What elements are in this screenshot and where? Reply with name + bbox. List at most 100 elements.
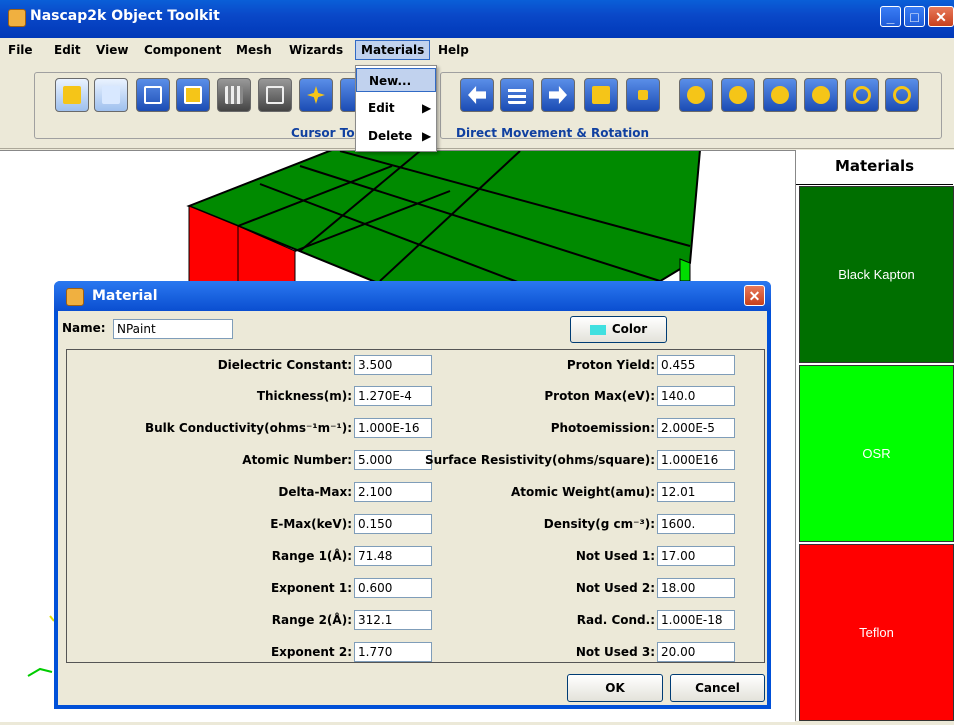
field-label: Range 1(Å):	[271, 549, 352, 563]
yellow-cube-icon[interactable]	[55, 78, 89, 112]
rotate-down-icon[interactable]	[804, 78, 838, 112]
delta-max-field[interactable]	[354, 482, 432, 502]
proton-yield-field[interactable]	[657, 355, 735, 375]
field-label: Surface Resistivity(ohms/square):	[425, 453, 655, 467]
density-field[interactable]	[657, 514, 735, 534]
not-used-2-field[interactable]	[657, 578, 735, 598]
color-button-label: Color	[611, 322, 648, 336]
java-app-icon	[66, 288, 84, 306]
mesh-cube-icon[interactable]	[217, 78, 251, 112]
minimize-button[interactable]: _	[880, 6, 901, 27]
bulk-conductivity-field[interactable]	[354, 418, 432, 438]
window-title: Nascap2k Object Toolkit	[30, 8, 220, 24]
dialog-title-bar: Material ✕	[54, 281, 771, 311]
menu-edit[interactable]: Edit	[48, 42, 87, 58]
scale-up-icon[interactable]	[584, 78, 618, 112]
dialog-close-button[interactable]: ✕	[744, 285, 765, 306]
move-right-icon[interactable]	[541, 78, 575, 112]
field-label: Proton Max(eV):	[544, 389, 655, 403]
color-button[interactable]: Color	[570, 316, 667, 343]
menu-materials[interactable]: Materials	[355, 40, 431, 60]
materials-header: Materials	[796, 150, 953, 185]
material-swatch-teflon[interactable]: Teflon	[799, 544, 954, 721]
material-name: Teflon	[859, 625, 894, 640]
not-used-3-field[interactable]	[657, 642, 735, 662]
maximize-button[interactable]: □	[904, 6, 925, 27]
materials-dropdown-menu: New... Edit ▶ Delete ▶	[355, 65, 437, 152]
move-left-icon[interactable]	[460, 78, 494, 112]
menu-file[interactable]: File	[2, 42, 39, 58]
rotate-up-icon[interactable]	[763, 78, 797, 112]
exponent-2-field[interactable]	[354, 642, 432, 662]
select-cube-icon[interactable]	[94, 78, 128, 112]
field-label: Not Used 3:	[575, 645, 655, 659]
atomic-number-field[interactable]	[354, 450, 432, 470]
ok-button[interactable]: OK	[567, 674, 663, 702]
field-label: E-Max(keV):	[270, 517, 352, 531]
menu-item-delete-label: Delete	[368, 129, 413, 143]
range-2-field[interactable]	[354, 610, 432, 630]
menu-item-new-label: New...	[369, 74, 412, 88]
field-label: Rad. Cond.:	[576, 613, 655, 627]
not-used-1-field[interactable]	[657, 546, 735, 566]
submenu-arrow-icon: ▶	[422, 101, 432, 115]
scale-down-icon[interactable]	[626, 78, 660, 112]
material-swatch-osr[interactable]: OSR	[799, 365, 954, 542]
menu-item-delete[interactable]: Delete ▶	[356, 124, 436, 148]
material-dialog: Material ✕ Name: Color Dielectric Consta…	[54, 281, 771, 709]
field-label: Dielectric Constant:	[217, 358, 352, 372]
rotate-left-icon[interactable]	[679, 78, 713, 112]
e-max-field[interactable]	[354, 514, 432, 534]
field-label: Exponent 2:	[270, 645, 352, 659]
rotate-ccw-icon[interactable]	[845, 78, 879, 112]
java-app-icon	[8, 9, 26, 27]
field-label: Photoemission:	[550, 421, 655, 435]
field-label: Not Used 1:	[575, 549, 655, 563]
exponent-1-field[interactable]	[354, 578, 432, 598]
cancel-button[interactable]: Cancel	[670, 674, 765, 702]
dialog-title: Material	[92, 288, 158, 304]
material-name: OSR	[862, 446, 891, 461]
menu-item-edit[interactable]: Edit ▶	[356, 96, 436, 120]
field-label: Atomic Weight(amu):	[510, 485, 655, 499]
field-label: Bulk Conductivity(ohms⁻¹m⁻¹):	[144, 421, 352, 435]
direct-movement-label: Direct Movement & Rotation	[456, 126, 650, 140]
name-label: Name:	[62, 321, 106, 335]
proton-max-field[interactable]	[657, 386, 735, 406]
axis-indicator	[27, 667, 53, 677]
menu-item-new[interactable]: New...	[356, 68, 436, 92]
move-in-out-icon[interactable]	[500, 78, 534, 112]
thickness-field[interactable]	[354, 386, 432, 406]
name-field[interactable]	[113, 319, 233, 339]
close-button[interactable]: ✕	[928, 6, 954, 27]
window-title-bar: Nascap2k Object Toolkit _ □ ✕	[0, 0, 954, 38]
submenu-arrow-icon: ▶	[422, 129, 432, 143]
menu-component[interactable]: Component	[138, 42, 227, 58]
material-swatch-black-kapton[interactable]: Black Kapton	[799, 186, 954, 363]
rotate-cw-icon[interactable]	[885, 78, 919, 112]
dielectric-constant-field[interactable]	[354, 355, 432, 375]
menu-wizards[interactable]: Wizards	[283, 42, 349, 58]
yellow-face-cube-icon[interactable]	[176, 78, 210, 112]
surface-resistivity-field[interactable]	[657, 450, 735, 470]
wireframe-cube-icon[interactable]	[136, 78, 170, 112]
field-label: Range 2(Å):	[271, 613, 352, 627]
photoemission-field[interactable]	[657, 418, 735, 438]
menu-mesh[interactable]: Mesh	[230, 42, 278, 58]
range-1-field[interactable]	[354, 546, 432, 566]
move-arrows-icon[interactable]	[299, 78, 333, 112]
menu-help[interactable]: Help	[432, 42, 475, 58]
menu-view[interactable]: View	[90, 42, 134, 58]
field-label: Delta-Max:	[278, 485, 352, 499]
rotate-right-icon[interactable]	[721, 78, 755, 112]
gray-cube-icon[interactable]	[258, 78, 292, 112]
field-label: Exponent 1:	[270, 581, 352, 595]
menu-bar: File Edit View Component Mesh Wizards Ma…	[0, 38, 954, 62]
dialog-body: Name: Color Dielectric Constant: Thickne…	[58, 311, 767, 705]
field-label: Atomic Number:	[242, 453, 352, 467]
field-label: Density(g cm⁻³):	[543, 517, 655, 531]
color-swatch-icon	[589, 324, 606, 335]
atomic-weight-field[interactable]	[657, 482, 735, 502]
rad-cond-field[interactable]	[657, 610, 735, 630]
material-name: Black Kapton	[838, 267, 915, 282]
